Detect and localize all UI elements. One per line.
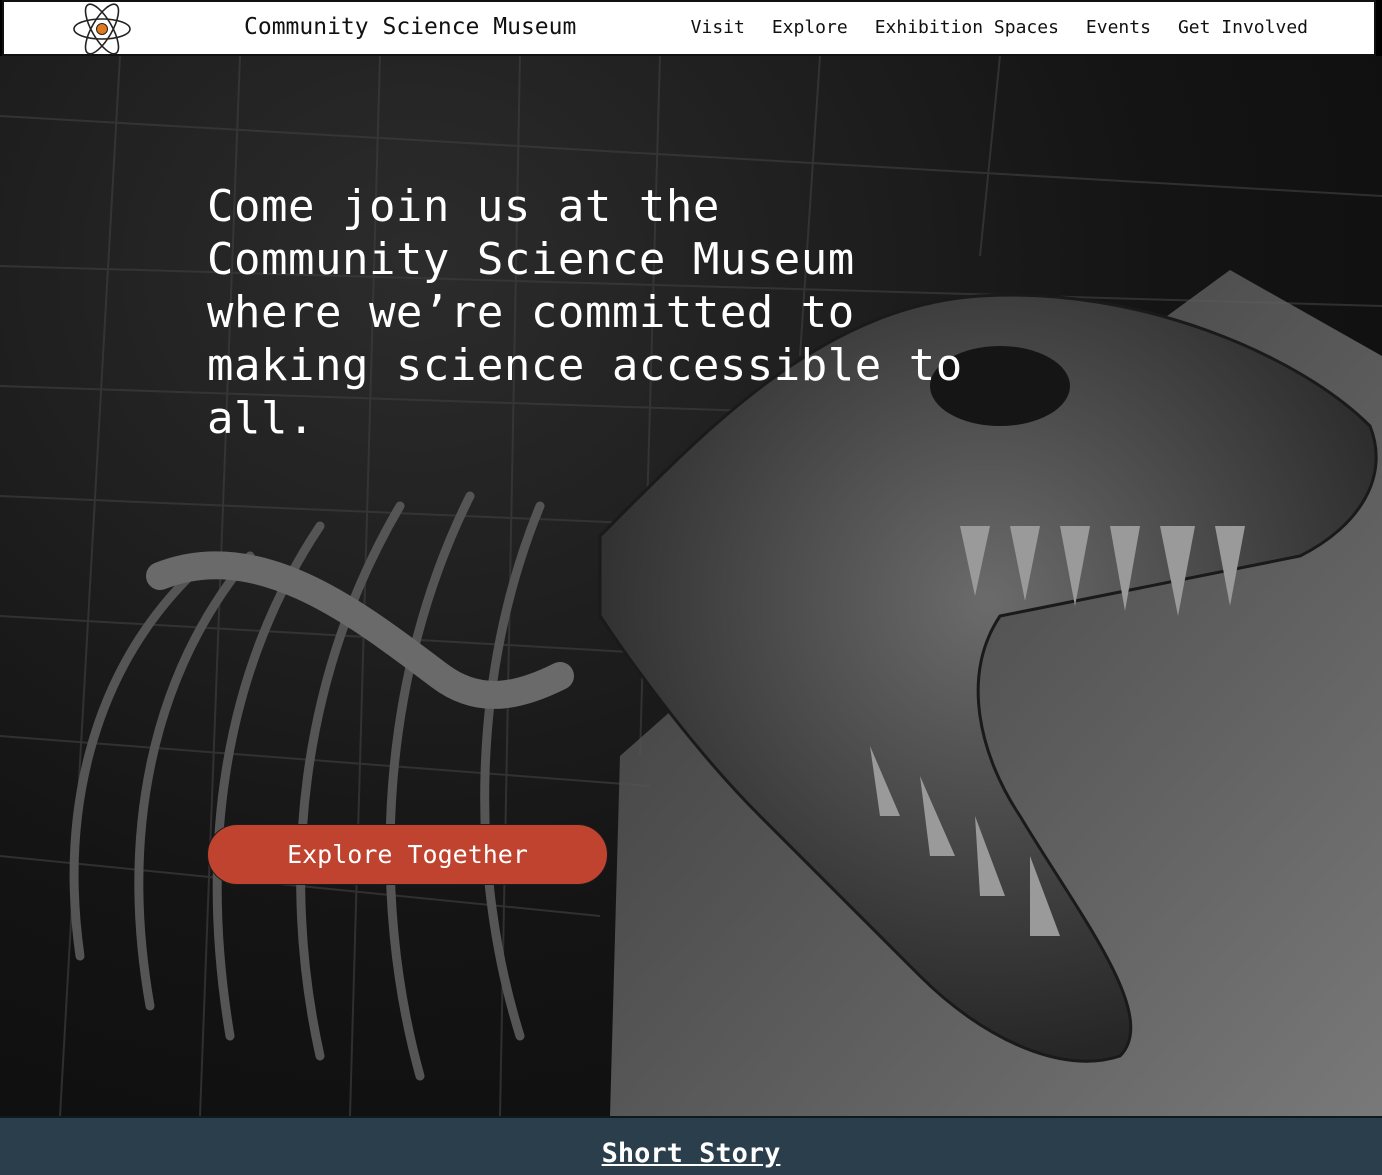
nav-link-events[interactable]: Events bbox=[1086, 17, 1151, 38]
site-title[interactable]: Community Science Museum bbox=[244, 14, 576, 40]
top-navbar: Community Science Museum Visit Explore E… bbox=[2, 0, 1376, 56]
nav-link-visit[interactable]: Visit bbox=[691, 17, 745, 38]
nav-link-exhibition-spaces[interactable]: Exhibition Spaces bbox=[875, 17, 1059, 38]
short-story-section: Short Story bbox=[0, 1116, 1382, 1175]
nav-link-get-involved[interactable]: Get Involved bbox=[1178, 17, 1308, 38]
short-story-link[interactable]: Short Story bbox=[0, 1138, 1382, 1169]
hero-tagline: Come join us at the Community Science Mu… bbox=[207, 181, 963, 444]
hero-section: Come join us at the Community Science Mu… bbox=[0, 56, 1382, 1116]
main-nav: Visit Explore Exhibition Spaces Events G… bbox=[691, 17, 1308, 38]
atom-logo-icon[interactable] bbox=[70, 2, 134, 56]
nav-link-explore[interactable]: Explore bbox=[772, 17, 848, 38]
explore-together-button[interactable]: Explore Together bbox=[207, 824, 608, 885]
